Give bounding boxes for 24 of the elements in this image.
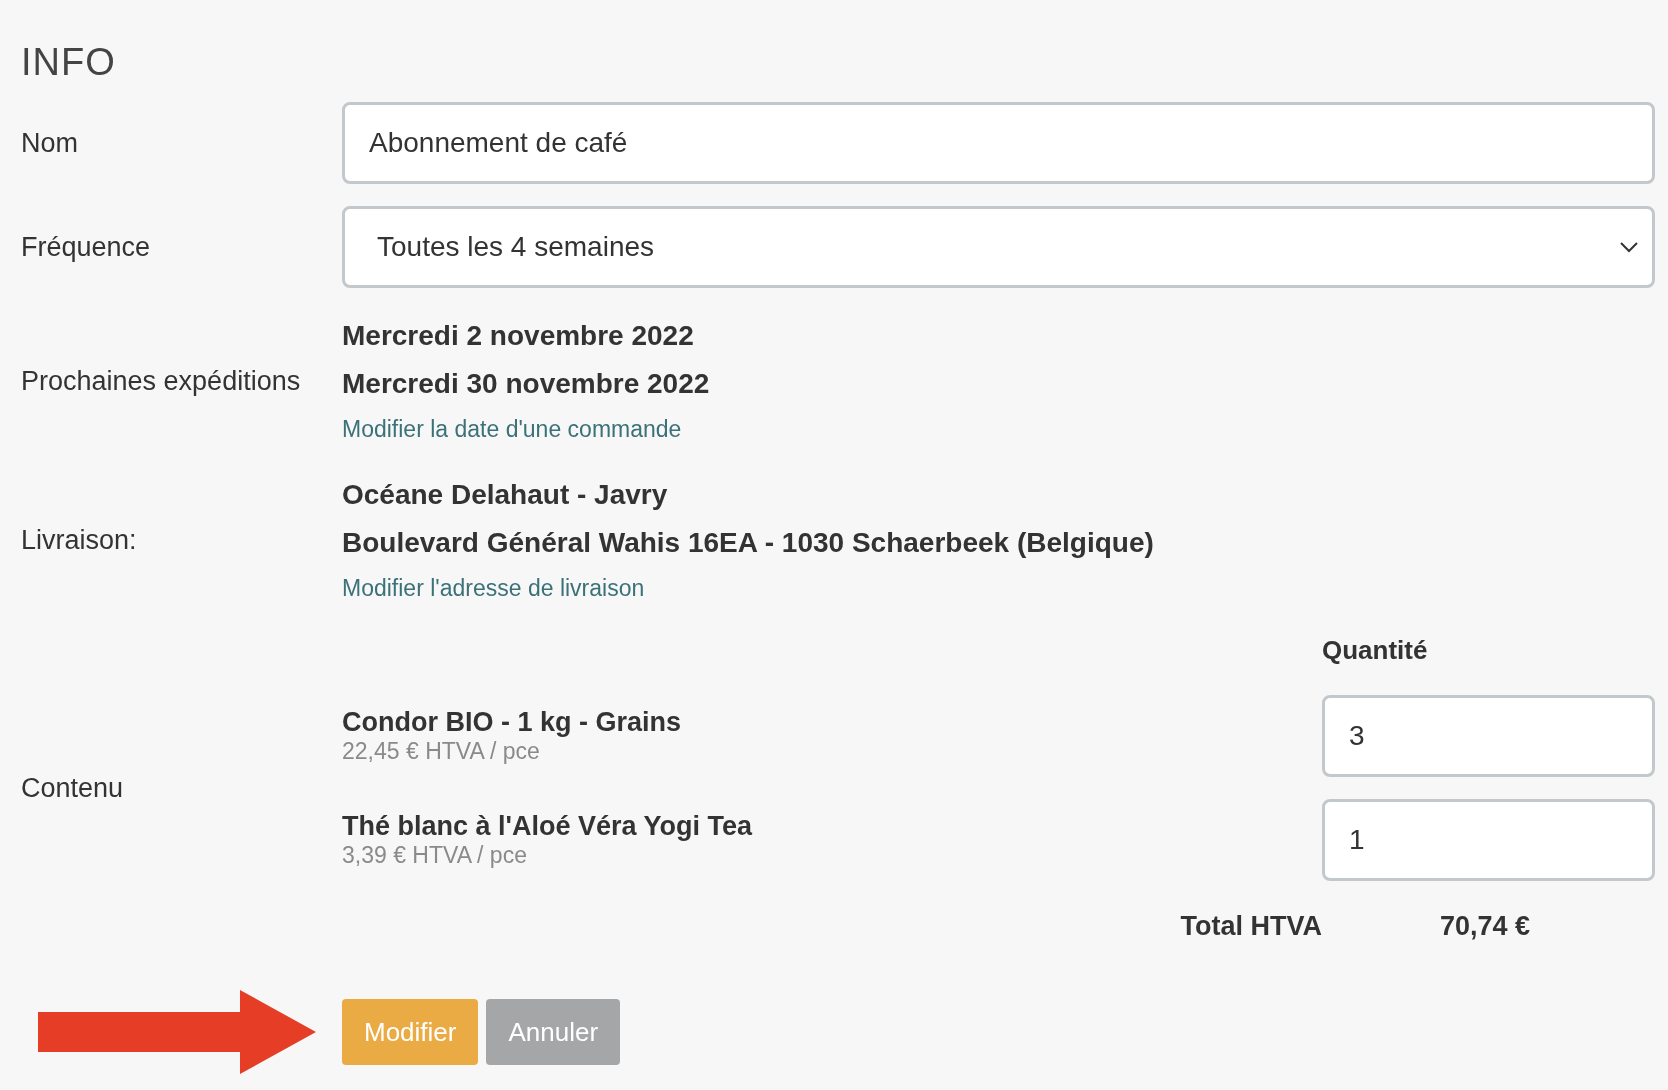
- name-input[interactable]: Abonnement de café: [342, 102, 1655, 184]
- change-date-link[interactable]: Modifier la date d'une commande: [342, 412, 682, 446]
- field-label: Livraison:: [21, 524, 137, 556]
- field-label: Fréquence: [21, 231, 151, 263]
- total-value: 70,74 €: [1440, 910, 1531, 943]
- quantity-input[interactable]: 1: [1322, 799, 1655, 881]
- field-label: Prochaines expéditions: [21, 365, 301, 397]
- quantity-input[interactable]: 3: [1322, 695, 1655, 777]
- section-title: INFO: [21, 40, 116, 84]
- shipment-date: Mercredi 30 novembre 2022: [342, 367, 710, 401]
- change-address-link[interactable]: Modifier l'adresse de livraison: [342, 571, 645, 605]
- total-label: Total HTVA: [1180, 910, 1322, 943]
- delivery-address-line: Boulevard Général Wahis 16EA - 1030 Schaerbeek (Belgique): [342, 526, 1154, 560]
- chevron-down-icon: [1620, 241, 1638, 253]
- shipment-date: Mercredi 2 novembre 2022: [342, 319, 694, 353]
- product-price: 22,45 € HTVA / pce: [342, 737, 540, 765]
- product-price: 3,39 € HTVA / pce: [342, 841, 527, 869]
- field-label: Nom: [21, 127, 78, 159]
- product-name: Thé blanc à l'Aloé Véra Yogi Tea: [342, 811, 753, 841]
- frequency-select[interactable]: Toutes les 4 semaines: [342, 206, 1655, 288]
- delivery-address-line: Océane Delahaut - Javry: [342, 478, 668, 512]
- quantity-header: Quantité: [1322, 634, 1429, 667]
- product-name: Condor BIO - 1 kg - Grains: [342, 707, 682, 737]
- field-label: Contenu: [21, 772, 124, 804]
